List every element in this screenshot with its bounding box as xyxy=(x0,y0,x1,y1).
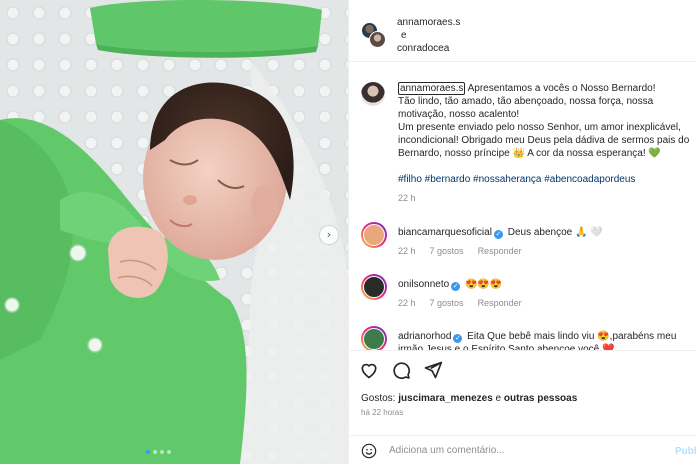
comment-body: biancamarquesoficial ✓ Deus abençoe 🙏 🤍 xyxy=(398,226,688,239)
verified-icon: ✓ xyxy=(453,334,463,343)
carousel-dot xyxy=(146,450,150,454)
header-username-2[interactable]: conradocea xyxy=(397,43,449,54)
likes-others[interactable]: outras pessoas xyxy=(504,393,577,404)
likes-prefix: Gostos: xyxy=(361,393,399,404)
comment-username[interactable]: adrianorhod xyxy=(398,331,451,342)
caption-hashtags[interactable]: #filho #bernardo #nossaherança #abencoad… xyxy=(398,173,690,186)
heart-icon[interactable] xyxy=(359,360,379,380)
comment-text: Deus abençoe 🙏 🤍 xyxy=(507,227,603,238)
verified-icon: ✓ xyxy=(493,230,503,239)
likes-summary: Gostos: juscimara_menezes e outras pesso… xyxy=(361,393,577,404)
collab-avatars[interactable] xyxy=(361,22,387,48)
reply-button[interactable]: Responder xyxy=(478,246,522,256)
carousel-dot xyxy=(153,450,157,454)
comments-section[interactable]: annamoraes.s Apresentamos a vocês o Noss… xyxy=(349,62,696,350)
avatar[interactable] xyxy=(369,31,386,48)
comment-username[interactable]: onilsonneto xyxy=(398,279,449,290)
comment-likes[interactable]: 7 gostos xyxy=(430,246,464,256)
comment-item: onilsonneto ✓ 😍😍😍 22 h 7 gostos Responder xyxy=(361,274,691,324)
caption-time: 22 h xyxy=(398,193,416,203)
comment-body: onilsonneto ✓ 😍😍😍 xyxy=(398,278,688,291)
smile-icon[interactable] xyxy=(361,443,377,459)
comment-username[interactable]: biancamarquesoficial xyxy=(398,227,492,238)
add-comment-bar: Publicar xyxy=(349,435,696,464)
carousel-dot xyxy=(167,450,171,454)
action-icons xyxy=(359,360,443,380)
comment-item: biancamarquesoficial ✓ Deus abençoe 🙏 🤍 2… xyxy=(361,222,691,272)
comment-meta: 22 h 7 gostos Responder xyxy=(398,246,522,256)
avatar[interactable] xyxy=(361,326,387,350)
caption-text: annamoraes.s Apresentamos a vocês o Noss… xyxy=(398,82,690,205)
likes-middle: e xyxy=(492,393,504,404)
verified-icon: ✓ xyxy=(451,282,461,291)
collab-names: annamoraes.s e conradocea xyxy=(397,16,460,55)
chevron-right-icon[interactable]: › xyxy=(320,226,338,244)
publish-button[interactable]: Publicar xyxy=(675,446,696,457)
caption-body: Apresentamos a vocês o Nosso Bernardo! T… xyxy=(398,83,690,159)
comment-icon[interactable] xyxy=(391,360,411,380)
comment-meta: 22 h 7 gostos Responder xyxy=(398,298,522,308)
comment-text: 😍😍😍 xyxy=(464,279,503,290)
avatar[interactable] xyxy=(361,82,385,106)
carousel-dot xyxy=(160,450,164,454)
post-panel: annamoraes.s e conradocea annamoraes.s A… xyxy=(348,0,696,464)
comment-input[interactable] xyxy=(389,445,649,456)
header-and: e xyxy=(401,30,407,41)
caption-username[interactable]: annamoraes.s xyxy=(398,82,466,95)
baby-photo-illustration xyxy=(0,0,348,464)
likes-user[interactable]: juscimara_menezes xyxy=(398,393,493,404)
comment-item: adrianorhod ✓ Eita Que bebê mais lindo vi… xyxy=(361,326,691,350)
comment-likes[interactable]: 7 gostos xyxy=(430,298,464,308)
comment-time: 22 h xyxy=(398,298,416,308)
comment-time: 22 h xyxy=(398,246,416,256)
share-icon[interactable] xyxy=(423,360,443,380)
header-username-1[interactable]: annamoraes.s xyxy=(397,17,460,28)
comment-body: adrianorhod ✓ Eita Que bebê mais lindo vi… xyxy=(398,330,688,350)
post-time: há 22 horas xyxy=(361,408,404,417)
avatar[interactable] xyxy=(361,222,387,248)
carousel-indicators xyxy=(146,450,171,454)
reply-button[interactable]: Responder xyxy=(478,298,522,308)
post-actions: Gostos: juscimara_menezes e outras pesso… xyxy=(349,350,696,464)
avatar[interactable] xyxy=(361,274,387,300)
post-photo[interactable]: › xyxy=(0,0,348,464)
post-header: annamoraes.s e conradocea xyxy=(349,0,696,62)
